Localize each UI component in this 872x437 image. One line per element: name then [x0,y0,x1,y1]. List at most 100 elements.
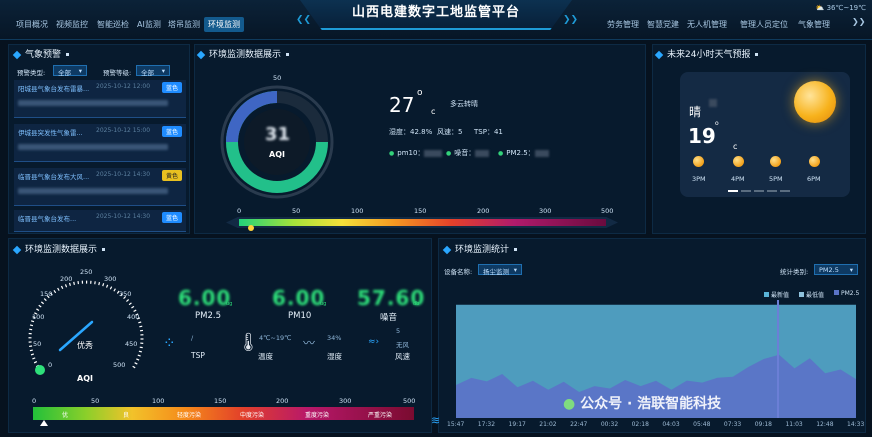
warning-type-select[interactable]: 全部 [53,65,87,77]
gauge-tick: 250 [80,268,93,276]
forecast-sun-icon [770,156,781,167]
legend-swatch [834,290,839,295]
warning-time: 2025-10-12 14:30 [96,171,151,178]
degree-icon: o [417,88,423,98]
pm10-label: PM10 [288,311,312,321]
forecast-sun-icon [809,156,820,167]
stat-type-select[interactable]: PM2.5 [814,264,858,275]
legend-item: PM2.5 [834,290,859,297]
device-select[interactable]: 扬尘监测 [478,264,522,276]
gauge-tick: 500 [113,361,126,369]
sun-icon [794,81,836,123]
forecast-panel-title: 未来24小时天气预报 [656,47,758,60]
grade-label: 优 [62,412,69,419]
wind-level: 无风 [396,341,409,349]
aqi-scale-marker [248,225,254,231]
warning-level-select[interactable]: 全部 [136,65,170,77]
nav-item-staff-location[interactable]: 管理人员定位 [736,17,792,32]
pager-dot[interactable] [754,190,764,192]
stat-type-label: 统计类别: [780,268,809,276]
forecast-sun-icon [733,156,744,167]
warning-badge: 黄色 [161,170,182,181]
legend-swatch [799,292,804,297]
x-tick-label: 02:18 [631,421,649,428]
temp-range: 4℃~19℃ [259,334,292,342]
collapse-icon[interactable]: ≋ [431,414,440,427]
aqi-panel-title: 环境监测数据展示 [198,47,289,60]
nav-item-labor[interactable]: 劳务管理 [603,17,643,32]
env-scale-label: 100 [152,397,165,405]
aqi-scale-label: 50 [292,207,301,215]
header-temp: 36℃~19℃ [826,4,866,12]
x-tick-label: 00:32 [600,421,619,428]
current-temp: 27 [389,93,415,117]
nav-item-weather[interactable]: 气象管理 [794,17,834,32]
warning-type-label: 预警类型: [17,69,46,77]
warning-title: 临晋县气象台发布大风... [18,173,90,181]
env-scale-marker [40,420,48,426]
pm10-unit: ug [320,301,327,307]
nav-item-video[interactable]: 视频监控 [52,17,92,32]
grade-label: 轻度污染 [177,412,202,419]
watermark-text: ● 公众号 · 浩联智能科技 [563,393,721,413]
noise-masked-value [475,149,490,157]
x-tick-label: 21:02 [539,421,557,428]
pager-dot[interactable] [780,190,790,192]
x-tick-label: 15:47 [447,421,465,428]
warning-item[interactable]: 临晋县气象台发布大风... 2025-10-12 14:30 黄色 [14,168,186,206]
tsp-dots-icon: ⁘ [163,334,176,352]
legend-swatch [764,292,769,297]
nav-item-party[interactable]: 智慧党建 [643,17,683,32]
legend-item: 最低值 [799,290,824,299]
weather-condition: 多云转晴 [450,100,478,108]
aqi-color-scale [239,219,606,226]
warning-time: 2025-10-12 15:00 [96,127,151,134]
x-tick-label: 17:32 [477,421,496,428]
warning-item[interactable]: 伊城县突发性气象雷... 2025-10-12 15:00 蓝色 [14,124,186,162]
aqi-value: 31 [265,124,291,145]
watermark-label: 公众号 · 浩联智能科技 [580,396,722,412]
warning-title: 临晋县气象台发布... [18,215,77,223]
gauge-tick: 400 [127,313,140,321]
x-tick-label: 05:48 [693,421,711,428]
wind-label: 风速 [395,352,410,361]
gauge-tick: 200 [60,275,73,283]
nav-item-environment[interactable]: 环境监测 [204,17,244,32]
header-weather: ⛅ 36℃~19℃ [816,4,866,12]
env-scale-label: 300 [339,397,352,405]
pager-dot[interactable] [741,190,751,192]
humidity-icon: 〰 [303,336,316,350]
more-arrows-icon[interactable]: ❯❯ [852,17,865,26]
warning-desc [18,188,168,194]
device-label: 设备名称: [444,268,473,276]
top-header: 山西电建数字工地监管平台 项目概况 视频监控 智能巡检 AI监测 塔吊监测 环境… [0,0,872,40]
warning-time: 2025-10-12 12:00 [96,83,151,90]
env-scale-label: 0 [32,397,37,405]
pm25-label: PM2.5 [195,311,221,321]
pm25-label: PM2.5： [506,149,535,157]
temp-unit: c [431,107,436,116]
nav-item-crane[interactable]: 塔吊监测 [164,17,204,32]
nav-item-inspection[interactable]: 智能巡检 [93,17,133,32]
nav-item-drone[interactable]: 无人机管理 [683,17,731,32]
gauge-tick: 150 [40,290,53,298]
stats-panel-title: 环境监测统计 [444,242,517,255]
grade-label: 良 [123,412,130,419]
warning-item[interactable]: 临晋县气象台发布... 2025-10-12 14:30 蓝色 [14,210,186,232]
pager-dot[interactable] [767,190,777,192]
nav-item-ai[interactable]: AI监测 [133,17,165,32]
forecast-pager[interactable] [728,190,792,193]
aqi-scale-label: 100 [351,207,364,215]
env-color-scale [33,407,414,420]
nav-item-project[interactable]: 项目概况 [12,17,52,32]
warning-item[interactable]: 阳城县气象台发布雷暴... 2025-10-12 12:00 蓝色 [14,80,186,118]
pm10-masked-value [424,149,443,157]
env-scale-label: 50 [91,397,100,405]
humidity-value: 34% [327,334,342,342]
pager-dot-active[interactable] [728,190,738,192]
env-panel-title: 环境监测数据展示 [14,242,105,255]
tsp-label: TSP [191,351,205,360]
left-arrows-icon: ❮❮ [296,15,312,25]
temperature-label: 温度 [258,352,273,361]
tsp-value: / [191,334,194,342]
